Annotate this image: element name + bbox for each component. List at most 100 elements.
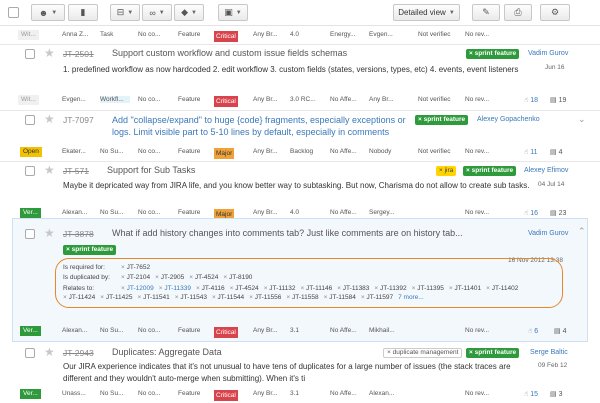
linked-issue[interactable]: JT-11558 xyxy=(292,294,319,301)
priority-badge[interactable]: Critical xyxy=(214,31,238,42)
branch-field[interactable]: Any Br... xyxy=(253,327,287,334)
star-icon[interactable]: ★ xyxy=(44,227,55,239)
state-badge[interactable]: Wit... xyxy=(18,30,39,40)
comments-count[interactable]: ▤ 19 xyxy=(550,96,566,104)
linked-issue[interactable]: JT-11584 xyxy=(329,294,356,301)
assignee-field[interactable]: Evgen... xyxy=(62,96,96,103)
votes-count[interactable]: ☝ 16 xyxy=(524,209,538,217)
issue-key[interactable]: JT-571 xyxy=(63,166,89,176)
fix-version-field[interactable]: 3.0 RC... xyxy=(290,96,326,103)
attach-button[interactable]: ⊟ ▼ xyxy=(110,4,140,21)
expand-chevron-icon[interactable]: ⌄ xyxy=(578,114,586,125)
linked-issue[interactable]: JT-12009 xyxy=(127,285,154,292)
issue-key[interactable]: JT-2501 xyxy=(63,49,94,59)
select-all-checkbox[interactable] xyxy=(8,7,19,18)
affected-field[interactable]: No Affe... xyxy=(330,148,364,155)
linked-issue[interactable]: JT-11401 xyxy=(455,285,482,292)
linked-issue[interactable]: JT-11556 xyxy=(255,294,282,301)
subsystem-field[interactable]: Task xyxy=(100,31,130,38)
linked-issue[interactable]: JT-4524 xyxy=(235,285,259,292)
assignee-field[interactable]: Ekater... xyxy=(62,148,96,155)
fix-version-field[interactable]: 4.0 xyxy=(290,209,326,216)
linked-issue[interactable]: JT-11544 xyxy=(218,294,245,301)
review-field[interactable]: No rev... xyxy=(465,96,499,103)
linked-issue[interactable]: JT-11339 xyxy=(164,285,191,292)
affected-field[interactable]: Energy... xyxy=(330,31,364,38)
linked-issue[interactable]: JT-4524 xyxy=(195,274,219,281)
review-field[interactable]: No rev... xyxy=(465,390,499,397)
issue-title[interactable]: What if add history changes into comment… xyxy=(112,228,472,238)
assignee-field[interactable]: Alexan... xyxy=(62,209,96,216)
verified-field[interactable]: Not verifiec xyxy=(418,148,458,155)
linked-issue[interactable]: JT-11395 xyxy=(417,285,444,292)
verifier-field[interactable]: Sergey... xyxy=(369,209,403,216)
comments-count[interactable]: ▤ 4 xyxy=(554,327,566,335)
state-badge[interactable]: Open xyxy=(20,147,42,157)
branch-field[interactable]: Any Br... xyxy=(253,96,287,103)
tag-badge[interactable]: × sprint feature xyxy=(415,115,469,125)
window-button[interactable]: ▣ ▼ xyxy=(218,4,248,21)
priority-badge[interactable]: Critical xyxy=(214,327,238,338)
issue-checkbox[interactable] xyxy=(25,115,35,125)
linked-issue[interactable]: JT-11424 xyxy=(69,294,96,301)
type-field[interactable]: Feature xyxy=(178,327,210,334)
linked-issue[interactable]: JT-11597 xyxy=(366,294,393,301)
component-field[interactable]: No co... xyxy=(138,31,170,38)
verifier-field[interactable]: Evgen... xyxy=(369,31,403,38)
edit-button[interactable]: ✎ xyxy=(472,4,500,21)
tag-badge[interactable]: × duplicate management xyxy=(383,348,463,358)
type-field[interactable]: Feature xyxy=(178,148,210,155)
fix-version-field[interactable]: 4.0 xyxy=(290,31,324,38)
star-icon[interactable]: ★ xyxy=(44,47,55,59)
tag-badge[interactable]: × sprint feature xyxy=(466,348,520,358)
issue-checkbox[interactable] xyxy=(25,166,35,176)
priority-badge[interactable]: Major xyxy=(214,148,235,159)
priority-badge[interactable]: Critical xyxy=(214,96,238,107)
collapse-chevron-icon[interactable]: ⌃ xyxy=(578,226,586,237)
fix-version-field[interactable]: 3.1 xyxy=(290,390,326,397)
assignee-link[interactable]: Vadim Gurov xyxy=(528,230,568,237)
branch-field[interactable]: Any Br... xyxy=(253,390,287,397)
subsystem-field[interactable]: No Su... xyxy=(100,327,130,334)
issue-key[interactable]: JT-3878 xyxy=(63,229,94,239)
more-links-link[interactable]: 7 more... xyxy=(398,294,424,301)
verifier-field[interactable]: Any Br... xyxy=(369,96,403,103)
issue-checkbox[interactable] xyxy=(25,348,35,358)
issue-checkbox[interactable] xyxy=(25,229,35,239)
assignee-field[interactable]: Unass... xyxy=(62,390,96,397)
state-badge[interactable]: Ver... xyxy=(20,326,41,336)
tag-badge[interactable]: × jira xyxy=(436,166,457,176)
votes-count[interactable]: ☝ 6 xyxy=(528,327,538,335)
component-field[interactable]: No co... xyxy=(138,148,170,155)
affected-field[interactable]: No Affe... xyxy=(330,96,364,103)
state-badge[interactable]: Wit... xyxy=(18,95,39,105)
type-field[interactable]: Feature xyxy=(178,31,210,38)
verified-field[interactable]: Not verifiec xyxy=(418,96,458,103)
review-field[interactable]: No rev... xyxy=(465,31,499,38)
comments-count[interactable]: ▤ 23 xyxy=(550,209,566,217)
verifier-field[interactable]: Mikhail... xyxy=(369,327,403,334)
linked-issue[interactable]: JT-11146 xyxy=(306,285,332,292)
tag-badge[interactable]: × sprint feature xyxy=(466,49,520,59)
linked-issue[interactable]: JT-11543 xyxy=(180,294,207,301)
verifier-field[interactable]: Nobody xyxy=(369,148,403,155)
linked-issue[interactable]: JT-11383 xyxy=(343,285,370,292)
assignee-link[interactable]: Serge Baltic xyxy=(530,349,568,356)
issue-title[interactable]: Support custom workflow and custom issue… xyxy=(112,48,452,58)
star-icon[interactable]: ★ xyxy=(44,113,55,125)
type-field[interactable]: Feature xyxy=(178,96,210,103)
branch-field[interactable]: Any Br... xyxy=(253,31,287,38)
tag-badge[interactable]: × sprint feature xyxy=(63,245,117,255)
issue-key[interactable]: JT-7097 xyxy=(63,115,94,125)
linked-issue[interactable]: JT-11402 xyxy=(492,285,519,292)
issue-title[interactable]: Duplicates: Aggregate Data xyxy=(112,347,362,357)
priority-badge[interactable]: Critical xyxy=(214,390,238,401)
linked-issue[interactable]: JT-4116 xyxy=(202,285,225,292)
linked-issue[interactable]: JT-11541 xyxy=(143,294,170,301)
fix-version-field[interactable]: 3.1 xyxy=(290,327,326,334)
review-field[interactable]: No rev... xyxy=(465,327,499,334)
affected-field[interactable]: No Affe... xyxy=(330,327,364,334)
assignee-link[interactable]: Vadim Gurov xyxy=(528,50,568,57)
tag-badge[interactable]: × sprint feature xyxy=(463,166,517,176)
subsystem-field[interactable]: Workfl... xyxy=(100,96,130,103)
